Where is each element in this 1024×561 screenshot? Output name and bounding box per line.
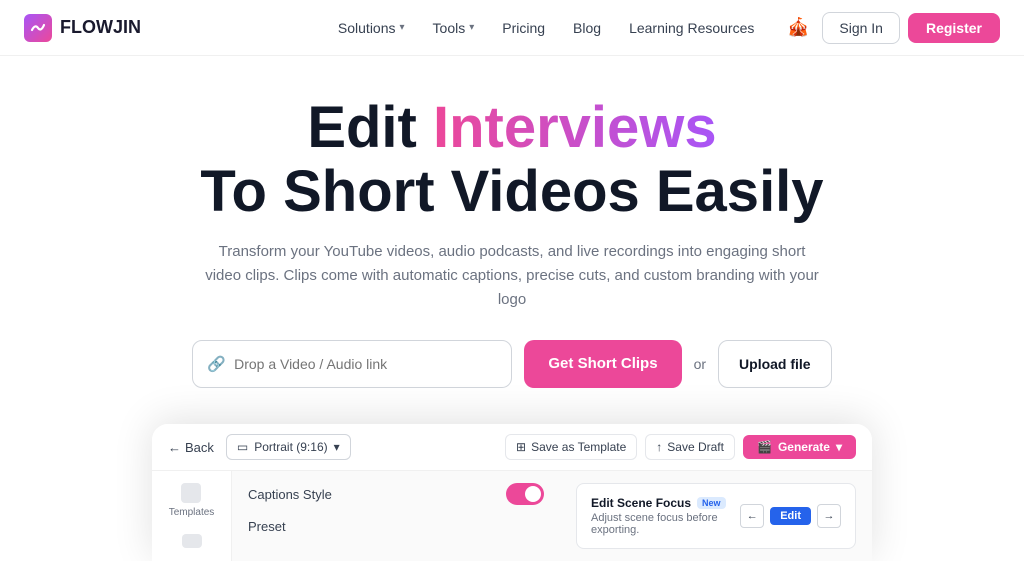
new-badge: New (697, 497, 726, 509)
hero-section: Edit Interviews To Short Videos Easily T… (0, 56, 1024, 408)
notification-icon[interactable]: 🎪 (782, 12, 814, 44)
sidebar-item-templates[interactable]: Templates (169, 483, 215, 518)
preset-label: Preset (248, 519, 544, 534)
next-scene-button[interactable]: → (817, 504, 841, 528)
captions-row: Captions Style (248, 483, 544, 505)
captions-toggle[interactable] (506, 483, 544, 505)
nav-solutions[interactable]: Solutions ▾ (326, 14, 417, 42)
edit-button[interactable]: Edit (770, 507, 811, 525)
or-divider: or (694, 356, 706, 372)
brand-name: FLOWJIN (60, 17, 141, 38)
hero-subtitle: Transform your YouTube videos, audio pod… (202, 240, 822, 312)
hero-line1: Edit Interviews (307, 95, 716, 160)
logo-icon (24, 14, 52, 42)
url-input[interactable] (234, 356, 497, 372)
nav-links: Solutions ▾ Tools ▾ Pricing Blog Learnin… (326, 14, 766, 42)
link-icon: 🔗 (207, 355, 226, 373)
sidebar-item-extra[interactable] (182, 534, 202, 548)
edit-nav: ← Edit → (740, 504, 841, 528)
navbar: FLOWJIN Solutions ▾ Tools ▾ Pricing Blog… (0, 0, 1024, 56)
signin-button[interactable]: Sign In (822, 12, 900, 44)
logo[interactable]: FLOWJIN (24, 14, 141, 42)
scene-focus-text: Edit Scene Focus New Adjust scene focus … (591, 496, 730, 536)
nav-learning[interactable]: Learning Resources (617, 14, 766, 42)
input-row: 🔗 Get Short Clips or Upload file (24, 340, 1000, 388)
scene-focus-card: Edit Scene Focus New Adjust scene focus … (576, 483, 856, 549)
register-button[interactable]: Register (908, 13, 1000, 43)
preset-row: Preset (248, 519, 544, 534)
solutions-chevron-icon: ▾ (400, 22, 405, 33)
nav-blog[interactable]: Blog (561, 14, 613, 42)
main-panel: Captions Style Preset (232, 471, 560, 561)
orientation-chevron-icon: ▾ (334, 440, 340, 454)
preview-actions: ⊞ Save as Template ↑ Save Draft 🎬 Genera… (505, 434, 856, 460)
hero-line2: To Short Videos Easily (200, 159, 823, 224)
tools-chevron-icon: ▾ (469, 22, 474, 33)
extra-icon (182, 534, 202, 548)
nav-tools[interactable]: Tools ▾ (421, 14, 487, 42)
back-arrow-icon: ← (168, 440, 181, 455)
upload-file-button[interactable]: Upload file (718, 340, 832, 388)
portrait-icon: ▭ (237, 440, 248, 454)
hero-heading: Edit Interviews To Short Videos Easily (24, 96, 1000, 224)
hero-gradient-word: Interviews (433, 95, 717, 160)
get-short-clips-button[interactable]: Get Short Clips (524, 340, 681, 388)
generate-chevron-icon: ▾ (836, 440, 842, 454)
nav-pricing[interactable]: Pricing (490, 14, 557, 42)
sidebar-panel: Templates (152, 471, 232, 561)
scene-focus-title: Edit Scene Focus New (591, 496, 730, 510)
preview-topbar: ← Back ▭ Portrait (9:16) ▾ ⊞ Save as Tem… (152, 424, 872, 471)
preview-card: ← Back ▭ Portrait (9:16) ▾ ⊞ Save as Tem… (152, 424, 872, 561)
scene-focus-desc: Adjust scene focus before exporting. (591, 512, 730, 536)
save-template-button[interactable]: ⊞ Save as Template (505, 434, 637, 460)
back-button[interactable]: ← Back (168, 440, 214, 455)
url-input-wrapper: 🔗 (192, 340, 512, 388)
save-template-icon: ⊞ (516, 440, 526, 454)
save-draft-icon: ↑ (656, 440, 662, 454)
captions-label: Captions Style (248, 487, 494, 502)
orientation-selector[interactable]: ▭ Portrait (9:16) ▾ (226, 434, 351, 460)
video-icon: 🎬 (757, 440, 772, 454)
templates-icon (181, 483, 201, 503)
preview-body: Templates Captions Style Preset Edit Sce… (152, 471, 872, 561)
prev-scene-button[interactable]: ← (740, 504, 764, 528)
save-draft-button[interactable]: ↑ Save Draft (645, 434, 735, 460)
generate-button[interactable]: 🎬 Generate ▾ (743, 435, 856, 459)
